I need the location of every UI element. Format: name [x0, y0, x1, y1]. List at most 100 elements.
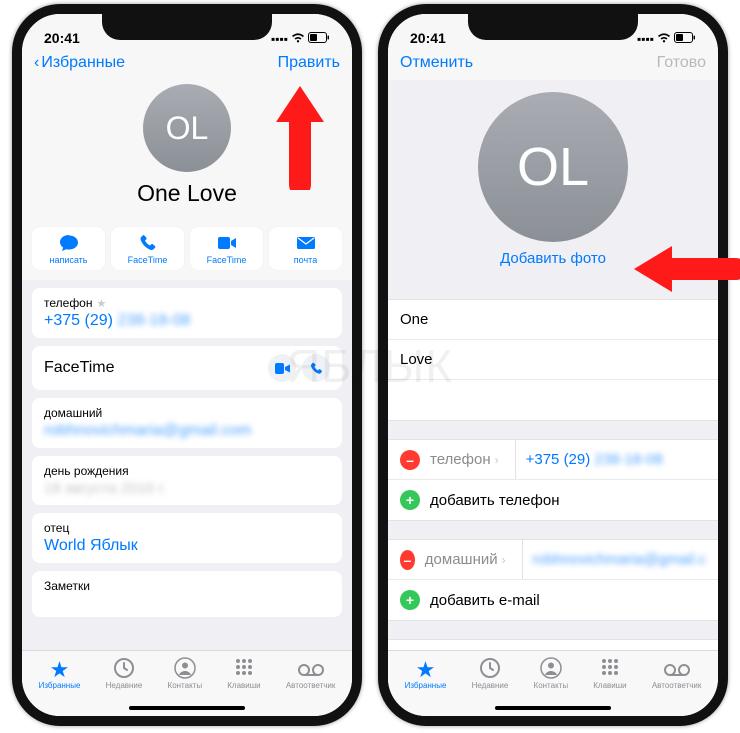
notes-card[interactable]: Заметки [32, 571, 342, 617]
facetime-card: FaceTime [32, 346, 342, 390]
first-name-value: One [400, 311, 428, 328]
first-name-field[interactable]: One [388, 300, 718, 340]
phone-group: – телефон › +375 (29) 238-18-08 + добави… [388, 439, 718, 521]
name-group: One Love [388, 299, 718, 421]
tab-favorites[interactable]: ★ Избранные [405, 657, 447, 690]
facetime-audio-shortcut[interactable] [302, 354, 330, 382]
tab-voicemail[interactable]: Автоответчик [652, 657, 702, 690]
tab-keypad-label: Клавиши [593, 681, 626, 690]
add-phone-label: добавить телефон [430, 492, 560, 509]
status-time: 20:41 [44, 30, 80, 46]
chevron-right-icon: › [502, 553, 506, 567]
tab-keypad[interactable]: Клавиши [227, 657, 260, 690]
email-entry-row[interactable]: – домашний › robhnovichmaria@gmail.c [388, 540, 718, 580]
father-card[interactable]: отец World Яблык [32, 513, 342, 563]
action-row: написать FaceTime FaceTime [22, 221, 352, 280]
separator [515, 440, 516, 479]
add-email-label: добавить e-mail [430, 592, 540, 609]
tab-recents[interactable]: Недавние [472, 657, 509, 690]
home-email-card[interactable]: домашний robhnovichmaria@gmail.com [32, 398, 342, 448]
contact-avatar[interactable]: OL [143, 84, 231, 172]
facetime-label: FaceTime [44, 359, 115, 377]
phone-label: телефон [44, 296, 93, 310]
status-time: 20:41 [410, 30, 446, 46]
done-button[interactable]: Готово [657, 54, 706, 72]
tab-contacts-label: Контакты [168, 681, 203, 690]
notes-label: Заметки [44, 579, 330, 593]
last-name-value: Love [400, 351, 433, 368]
last-name-field[interactable]: Love [388, 340, 718, 380]
person-icon [174, 657, 196, 679]
battery-icon [308, 32, 330, 46]
phone-icon [139, 234, 157, 252]
home-value: robhnovichmaria@gmail.com [44, 422, 330, 440]
tab-recents[interactable]: Недавние [106, 657, 143, 690]
facetime-video-button[interactable]: FaceTime [190, 227, 263, 270]
tab-favorites-label: Избранные [405, 681, 447, 690]
star-icon: ★ [50, 657, 70, 679]
clock-icon [479, 657, 501, 679]
tab-contacts-label: Контакты [534, 681, 569, 690]
home-indicator[interactable] [495, 706, 611, 710]
keypad-icon [600, 657, 620, 679]
battery-icon [674, 32, 696, 46]
person-icon [540, 657, 562, 679]
phone-field-label: телефон [430, 451, 491, 468]
phone-hidden: 238-18-08 [117, 312, 190, 329]
notch [468, 14, 638, 40]
add-email-row[interactable]: + добавить e-mail [388, 580, 718, 620]
tab-voicemail-label: Автоответчик [286, 681, 336, 690]
back-label: Избранные [41, 54, 125, 72]
annotation-arrow-left [266, 80, 326, 190]
voicemail-icon [298, 657, 324, 679]
clock-icon [113, 657, 135, 679]
phone-value: +375 (29) [526, 451, 591, 468]
star-icon: ★ [416, 657, 436, 679]
facetime-audio-button[interactable]: FaceTime [111, 227, 184, 270]
tab-voicemail[interactable]: Автоответчик [286, 657, 336, 690]
annotation-arrow-right [628, 240, 740, 298]
add-icon[interactable]: + [400, 490, 420, 510]
star-icon: ★ [97, 297, 107, 310]
tab-keypad[interactable]: Клавиши [593, 657, 626, 690]
phone-hidden: 238-18-08 [594, 451, 662, 468]
tab-voicemail-label: Автоответчик [652, 681, 702, 690]
tab-contacts[interactable]: Контакты [168, 657, 203, 690]
father-label: отец [44, 521, 330, 535]
phone-edit-contact: 20:41 ▪▪▪▪ Отменить Готово OL Добавить ф… [378, 4, 728, 726]
phone-entry-row[interactable]: – телефон › +375 (29) 238-18-08 [388, 440, 718, 480]
message-icon [59, 234, 79, 252]
phone-card[interactable]: телефон ★ +375 (29) 238-18-08 [32, 288, 342, 338]
father-value: World Яблык [44, 537, 330, 555]
tab-recents-label: Недавние [106, 681, 143, 690]
delete-icon[interactable]: – [400, 450, 420, 470]
tab-favorites-label: Избранные [39, 681, 81, 690]
tab-favorites[interactable]: ★ Избранные [39, 657, 81, 690]
mail-button[interactable]: почта [269, 227, 342, 270]
wifi-icon [291, 32, 305, 46]
signal-icon: ▪▪▪▪ [637, 32, 654, 46]
facetime-video-shortcut[interactable] [268, 354, 296, 382]
tab-contacts[interactable]: Контакты [534, 657, 569, 690]
tab-keypad-label: Клавиши [227, 681, 260, 690]
separator [522, 540, 523, 579]
company-field[interactable] [388, 380, 718, 420]
video-icon [217, 234, 237, 252]
delete-icon[interactable]: – [400, 550, 415, 570]
email-group: – домашний › robhnovichmaria@gmail.c + д… [388, 539, 718, 621]
edit-button[interactable]: Править [278, 54, 340, 72]
message-button[interactable]: написать [32, 227, 105, 270]
status-icons: ▪▪▪▪ [637, 32, 696, 46]
contact-avatar[interactable]: OL [478, 92, 628, 242]
facetime-video-label: FaceTime [207, 255, 247, 265]
add-phone-row[interactable]: + добавить телефон [388, 480, 718, 520]
email-value: robhnovichmaria@gmail.c [532, 551, 706, 568]
home-field-label: домашний [425, 551, 498, 568]
keypad-icon [234, 657, 254, 679]
back-button[interactable]: ‹ Избранные [34, 54, 125, 72]
cancel-button[interactable]: Отменить [400, 54, 473, 72]
birthday-card[interactable]: день рождения 18 августа 2016 г. [32, 456, 342, 505]
add-icon[interactable]: + [400, 590, 420, 610]
notch [102, 14, 272, 40]
home-indicator[interactable] [129, 706, 245, 710]
